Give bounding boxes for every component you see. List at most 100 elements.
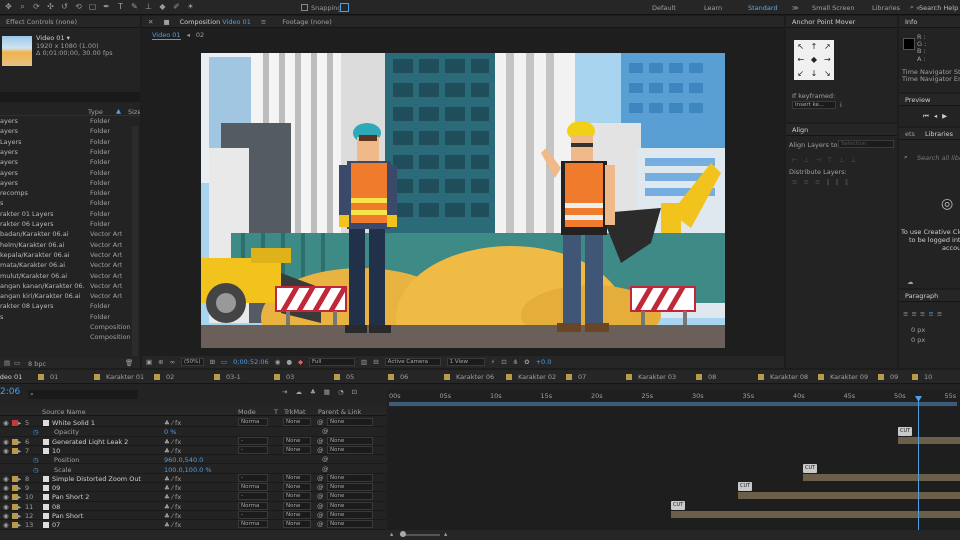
layer-color-label[interactable]	[12, 438, 18, 445]
layer-row[interactable]: ◉ ▸ 9 09 ♣ ⁄ fx Norma None @ None	[0, 483, 386, 493]
layer-color-label[interactable]	[12, 475, 18, 482]
panel-menu-icon[interactable]: ≡	[261, 18, 266, 26]
project-item-row[interactable]: rakter 06 Layers Folder	[0, 220, 130, 230]
comp-mini-flowchart-icon[interactable]: ⇥	[282, 388, 287, 396]
layer-color-label[interactable]	[12, 485, 18, 492]
layer-switches[interactable]: ♣ ⁄ fx	[164, 447, 181, 454]
libraries-tab[interactable]: Libraries	[925, 130, 953, 138]
keyframed-dropdown[interactable]: Insert ke...	[792, 101, 836, 109]
project-scrollbar[interactable]	[132, 126, 138, 356]
parent-dropdown[interactable]: None	[327, 445, 373, 454]
type-tool-icon[interactable]: T	[116, 2, 125, 11]
layer-name[interactable]: White Solid 1	[52, 419, 160, 426]
project-item-row[interactable]: Layers Folder	[0, 138, 130, 148]
project-item-row[interactable]: Composition	[0, 333, 130, 343]
property-value[interactable]: 100.0,100.0 %	[164, 466, 212, 473]
parent-dropdown[interactable]: None	[327, 520, 373, 529]
zoom-dropdown[interactable]: (50%)	[181, 358, 204, 366]
timecode-display[interactable]: 0;00:52:06	[233, 358, 269, 366]
expand-twirl-icon[interactable]: ▸	[18, 447, 21, 454]
pickwhip-icon[interactable]: @	[322, 465, 329, 473]
stopwatch-icon[interactable]: ◷	[33, 466, 39, 473]
mode-header[interactable]: Mode	[238, 408, 256, 416]
blend-mode-dropdown[interactable]: -	[238, 473, 268, 482]
comp-tab[interactable]: ideo 01	[0, 373, 38, 381]
pickwhip-icon[interactable]: @	[317, 474, 324, 482]
layer-name[interactable]: 07	[52, 521, 160, 528]
project-item-row[interactable]: recomps Folder	[0, 189, 130, 199]
anchor-bottom-left-icon[interactable]: ↙	[797, 69, 804, 78]
close-tab-icon[interactable]: ✕	[148, 18, 153, 26]
pen-tool-icon[interactable]: ✒	[102, 2, 111, 11]
blend-mode-dropdown[interactable]: -	[238, 436, 268, 445]
layer-clip-bar[interactable]	[898, 436, 960, 444]
expand-twirl-icon[interactable]: ▸	[18, 503, 21, 510]
distribute-vcenter-icon[interactable]: ≡	[803, 178, 808, 186]
rectangle-tool-icon[interactable]: ▢	[88, 2, 97, 11]
trash-icon[interactable]: 🗑	[125, 359, 133, 367]
layer-name[interactable]: 10	[52, 447, 160, 454]
snapshot-icon[interactable]: ◉	[275, 358, 281, 366]
project-item-row[interactable]: mata/Karakter 06.ai Vector Art	[0, 261, 130, 271]
vr-icon[interactable]: ⊕	[158, 358, 163, 366]
layer-name[interactable]: 09	[52, 484, 160, 491]
layer-color-label[interactable]	[12, 522, 18, 529]
pickwhip-icon[interactable]: @	[317, 418, 324, 426]
comp-tab[interactable]: 02	[154, 373, 214, 381]
anchor-bottom-right-icon[interactable]: ↘	[824, 69, 831, 78]
expand-twirl-icon[interactable]: ▸	[18, 512, 21, 519]
eraser-tool-icon[interactable]: ◆	[158, 2, 167, 11]
property-value[interactable]: 0 %	[164, 428, 176, 435]
parent-dropdown[interactable]: None	[327, 418, 373, 426]
pan-tool-icon[interactable]: ✣	[46, 2, 55, 11]
current-time-display[interactable]: 2:06	[0, 387, 20, 397]
align-hcenter-icon[interactable]: ⊥	[804, 156, 810, 164]
comp-tab[interactable]: Karakter 08	[758, 373, 818, 381]
stopwatch-icon[interactable]: ◷	[33, 428, 39, 435]
project-item-row[interactable]: mulut/Karakter 06.ai Vector Art	[0, 272, 130, 282]
puppet-tool-icon[interactable]: ✶	[186, 2, 195, 11]
pickwhip-icon[interactable]: @	[317, 511, 324, 519]
layer-switches[interactable]: ♣ ⁄ fx	[164, 419, 181, 426]
prev-frame-icon[interactable]: ◂	[934, 112, 937, 121]
layer-name[interactable]: Pan Short 2	[52, 493, 160, 500]
expand-twirl-icon[interactable]: ▸	[18, 493, 21, 500]
type-column-header[interactable]: Type	[88, 108, 103, 116]
project-item-row[interactable]: s Folder	[0, 199, 130, 209]
comp-tab[interactable]: 07	[566, 373, 626, 381]
trkmat-header[interactable]: TrkMat	[284, 408, 306, 416]
property-row[interactable]: ◷ Scale 100.0,100.0 % @	[0, 465, 386, 474]
parent-dropdown[interactable]: None	[327, 501, 373, 510]
new-folder-icon[interactable]: ▭	[14, 359, 20, 367]
region-of-interest-icon[interactable]: ▭	[221, 358, 227, 366]
anchor-top-left-icon[interactable]: ↖	[797, 42, 804, 51]
layer-row[interactable]: ◉ ▸ 6 Generated Light Leak 2 ♣ ⁄ fx - None @ Non…	[0, 436, 386, 446]
cloud-sync-icon[interactable]: ☁	[907, 278, 914, 286]
align-text-right-icon[interactable]: ≡	[920, 310, 925, 318]
align-top-icon[interactable]: ⊤	[827, 156, 833, 164]
interpret-footage-icon[interactable]: ▤	[4, 359, 10, 367]
align-to-dropdown[interactable]: Selection	[838, 140, 894, 148]
comp-tab[interactable]: 10	[912, 373, 940, 381]
anchor-right-icon[interactable]: →	[824, 55, 831, 64]
pickwhip-icon[interactable]: @	[317, 446, 324, 454]
project-item-row[interactable]: ayers Folder	[0, 169, 130, 179]
layer-row[interactable]: ◉ ▸ 5 White Solid 1 ♣ ⁄ fx Norma None @ None	[0, 418, 386, 428]
layer-clip-bar[interactable]	[671, 511, 960, 518]
visibility-eye-icon[interactable]: ◉	[3, 521, 9, 528]
3d-glasses-icon[interactable]: ∞	[170, 358, 175, 366]
layer-name[interactable]: Pan Short	[52, 512, 160, 519]
layer-row[interactable]: ◉ ▸ 13 07 ♣ ⁄ fx Norma None @ None	[0, 520, 386, 530]
project-item-row[interactable]: ayers Folder	[0, 179, 130, 189]
stamp-tool-icon[interactable]: ⊥	[144, 2, 153, 11]
shy-layers-icon[interactable]: ♣	[310, 388, 316, 396]
frame-blending-icon[interactable]: ▦	[324, 388, 330, 396]
cut-marker[interactable]: CUT	[671, 501, 686, 510]
align-text-center-icon[interactable]: ≡	[911, 310, 916, 318]
cut-marker[interactable]: CUT	[803, 463, 818, 473]
color-management-icon[interactable]: ◆	[298, 358, 303, 366]
blend-mode-dropdown[interactable]: -	[238, 511, 268, 519]
layer-color-label[interactable]	[12, 420, 18, 426]
fast-preview-icon[interactable]: ⚡	[491, 358, 496, 366]
trkmat-dropdown[interactable]: None	[283, 473, 311, 482]
